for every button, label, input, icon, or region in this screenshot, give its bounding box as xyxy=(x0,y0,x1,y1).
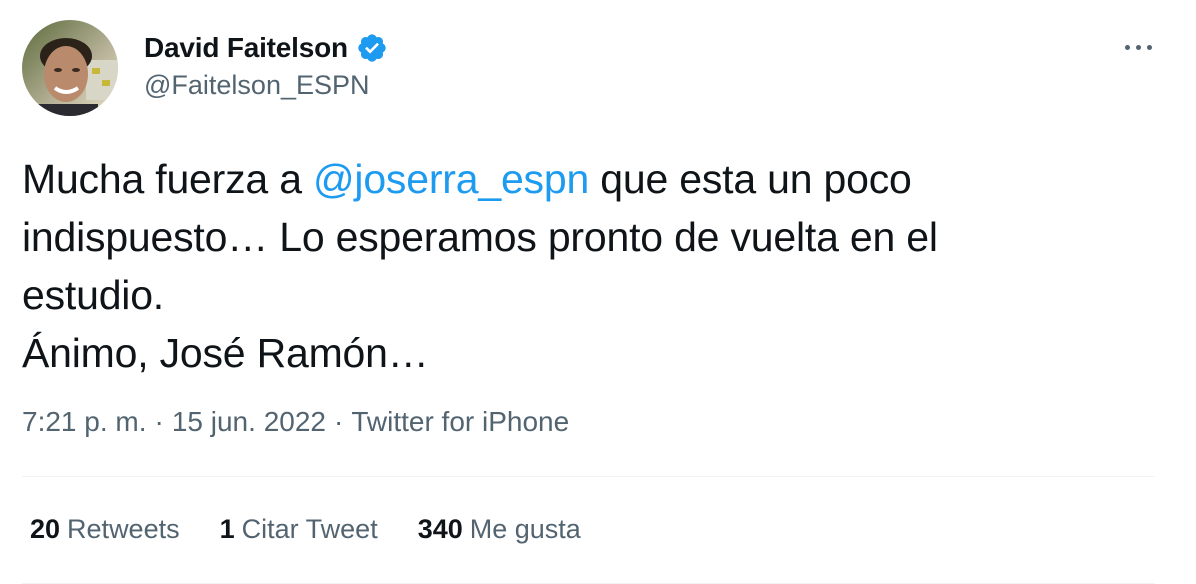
tweet-line-1: Mucha fuerza a @joserra_espn que esta un… xyxy=(22,150,1162,208)
tweet-line-2: indispuesto… Lo esperamos pronto de vuel… xyxy=(22,214,938,260)
display-name[interactable]: David Faitelson xyxy=(144,32,348,64)
avatar[interactable] xyxy=(22,20,118,116)
likes-stat[interactable]: 340 Me gusta xyxy=(418,514,581,545)
tweet-text-start: Mucha fuerza a xyxy=(22,156,313,202)
tweet-card: David Faitelson @Faitelson_ESPN Mucha fu… xyxy=(0,0,1196,584)
more-options-icon[interactable] xyxy=(1118,30,1158,64)
retweets-stat[interactable]: 20 Retweets xyxy=(30,514,180,545)
likes-label: Me gusta xyxy=(469,514,581,544)
divider xyxy=(22,476,1155,477)
verified-badge-icon xyxy=(356,32,388,64)
tweet-text-after-mention: que esta un poco xyxy=(589,156,912,202)
name-row: David Faitelson xyxy=(144,30,388,66)
meta-separator: · xyxy=(154,406,164,437)
likes-count: 340 xyxy=(417,514,463,544)
tweet-date[interactable]: 15 jun. 2022 xyxy=(172,406,326,437)
tweet-stats: 20 Retweets 1 Citar Tweet 340 Me gusta xyxy=(30,514,621,545)
tweet-time[interactable]: 7:21 p. m. xyxy=(22,406,147,437)
tweet-source[interactable]: Twitter for iPhone xyxy=(351,406,569,437)
quotes-label: Citar Tweet xyxy=(241,514,378,544)
meta-separator: · xyxy=(333,406,344,437)
retweets-count: 20 xyxy=(30,514,61,544)
quotes-stat[interactable]: 1 Citar Tweet xyxy=(220,514,378,545)
retweets-label: Retweets xyxy=(67,514,180,544)
tweet-meta: 7:21 p. m. · 15 jun. 2022 · Twitter for iPho… xyxy=(22,406,569,438)
quotes-count: 1 xyxy=(219,514,235,544)
user-handle[interactable]: @Faitelson_ESPN xyxy=(144,70,370,101)
avatar-image xyxy=(22,20,118,116)
tweet-line-3: estudio. xyxy=(22,272,165,318)
tweet-line-4: Ánimo, José Ramón… xyxy=(22,330,429,376)
tweet-text: Mucha fuerza a @joserra_espn que esta un… xyxy=(22,150,1162,382)
mention-link[interactable]: @joserra_espn xyxy=(313,156,589,202)
